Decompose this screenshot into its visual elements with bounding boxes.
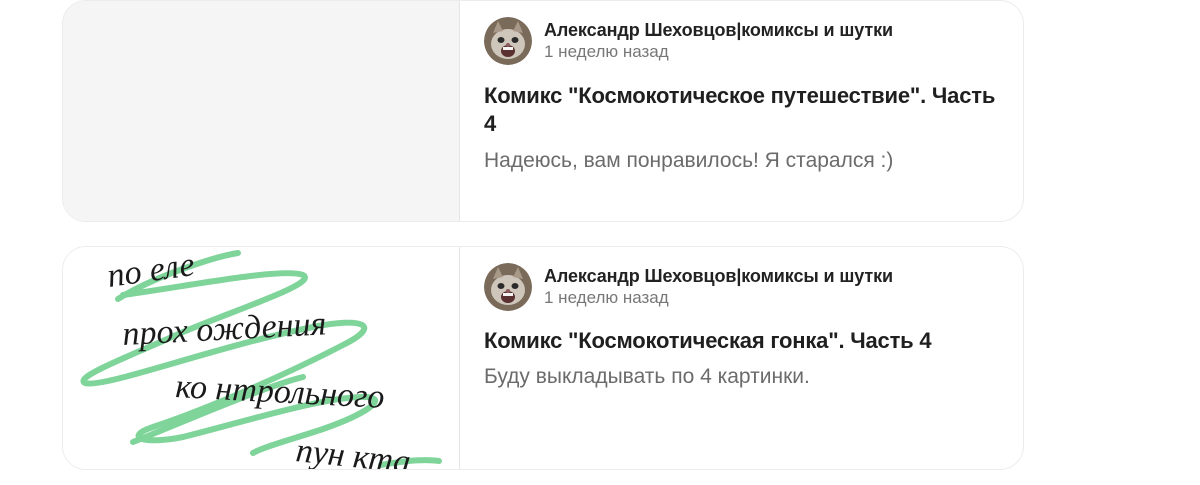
article-content: Александр Шеховцов|комиксы и шутки 1 нед… xyxy=(460,1,1023,221)
author-meta: Александр Шеховцов|комиксы и шутки 1 нед… xyxy=(544,265,893,309)
svg-text:пун кта: пун кта xyxy=(294,432,412,469)
author-avatar[interactable] xyxy=(484,263,532,311)
author-avatar[interactable] xyxy=(484,17,532,65)
publish-time: 1 неделю назад xyxy=(544,288,669,307)
author-row: Александр Шеховцов|комиксы и шутки 1 нед… xyxy=(484,263,999,311)
article-card[interactable]: по еле прох ождения ко нтрольного пун кт… xyxy=(62,246,1024,470)
article-card[interactable]: Александр Шеховцов|комиксы и шутки 1 нед… xyxy=(62,0,1024,222)
article-title[interactable]: Комикс "Космокотическая гонка". Часть 4 xyxy=(484,327,999,355)
cat-avatar-icon xyxy=(484,263,532,311)
author-meta: Александр Шеховцов|комиксы и шутки 1 нед… xyxy=(544,19,893,63)
article-snippet: Надеюсь, вам понравилось! Я старался :) xyxy=(484,149,894,172)
svg-text:прох ождения: прох ождения xyxy=(121,305,327,353)
article-feed: Александр Шеховцов|комиксы и шутки 1 нед… xyxy=(0,0,1200,485)
cat-avatar-icon xyxy=(484,17,532,65)
author-row: Александр Шеховцов|комиксы и шутки 1 нед… xyxy=(484,17,999,65)
article-content: Александр Шеховцов|комиксы и шутки 1 нед… xyxy=(460,247,1023,469)
article-title[interactable]: Комикс "Космокотическое путешествие". Ча… xyxy=(484,82,999,138)
article-snippet: Буду выкладывать по 4 картинки. xyxy=(484,365,810,388)
handwritten-comic-thumbnail: по еле прох ождения ко нтрольного пун кт… xyxy=(80,247,442,469)
author-name[interactable]: Александр Шеховцов|комиксы и шутки xyxy=(544,265,893,287)
article-thumbnail[interactable]: по еле прох ождения ко нтрольного пун кт… xyxy=(63,247,460,469)
publish-time: 1 неделю назад xyxy=(544,42,669,61)
article-thumbnail-placeholder[interactable] xyxy=(63,1,460,221)
author-name[interactable]: Александр Шеховцов|комиксы и шутки xyxy=(544,19,893,41)
